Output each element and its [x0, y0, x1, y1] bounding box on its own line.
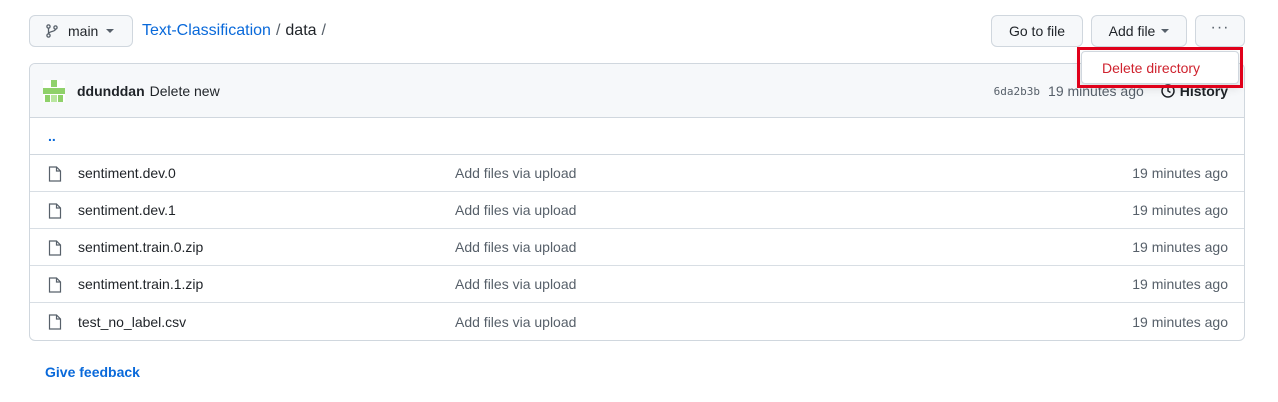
file-commit-message[interactable]: Add files via upload [455, 239, 576, 255]
breadcrumb-separator: / [275, 22, 281, 39]
avatar[interactable] [43, 79, 65, 102]
topbar: main Text-Classification / data / Go to … [29, 15, 1245, 47]
file-browser: ddunddan Delete new 6da2b3b 19 minutes a… [29, 63, 1245, 341]
file-row[interactable]: sentiment.dev.0 Add files via upload 19 … [30, 155, 1244, 192]
history-label: History [1179, 83, 1228, 99]
file-icon [48, 314, 62, 330]
commit-sha[interactable]: 6da2b3b [994, 85, 1040, 98]
history-link[interactable]: History [1160, 83, 1228, 99]
file-age: 19 minutes ago [1132, 165, 1228, 181]
breadcrumb-separator: / [321, 22, 326, 39]
file-name[interactable]: sentiment.dev.1 [78, 202, 176, 218]
branch-name: main [68, 23, 99, 39]
file-commit-message[interactable]: Add files via upload [455, 165, 576, 181]
commit-time: 19 minutes ago [1048, 83, 1144, 99]
add-file-label: Add file [1108, 23, 1156, 39]
file-name[interactable]: sentiment.dev.0 [78, 165, 176, 181]
file-age: 19 minutes ago [1132, 313, 1228, 330]
kebab-horizontal-icon: ··· [1210, 19, 1230, 36]
file-commit-message[interactable]: Add files via upload [455, 202, 576, 218]
parent-directory-label: .. [48, 128, 56, 144]
file-age: 19 minutes ago [1132, 239, 1228, 255]
give-feedback-link[interactable]: Give feedback [45, 364, 140, 380]
file-row[interactable]: sentiment.train.0.zip Add files via uplo… [30, 229, 1244, 266]
file-name[interactable]: test_no_label.csv [78, 314, 186, 330]
file-row[interactable]: test_no_label.csv Add files via upload 1… [30, 303, 1244, 340]
file-icon [48, 240, 62, 256]
breadcrumb: Text-Classification / data / [142, 15, 331, 47]
parent-directory-link[interactable]: .. [30, 118, 1244, 155]
file-commit-message[interactable]: Add files via upload [455, 314, 576, 330]
file-age: 19 minutes ago [1132, 276, 1228, 292]
file-row[interactable]: sentiment.dev.1 Add files via upload 19 … [30, 192, 1244, 229]
add-file-button[interactable]: Add file [1091, 15, 1187, 47]
chevron-down-icon [1161, 29, 1170, 33]
commit-author[interactable]: ddunddan [77, 83, 145, 99]
go-to-file-button[interactable]: Go to file [991, 15, 1083, 47]
file-row[interactable]: sentiment.train.1.zip Add files via uplo… [30, 266, 1244, 303]
history-icon [1161, 84, 1175, 98]
chevron-down-icon [106, 29, 115, 33]
file-name[interactable]: sentiment.train.0.zip [78, 239, 203, 255]
file-icon [48, 166, 62, 182]
file-icon [48, 277, 62, 293]
breadcrumb-repo-link[interactable]: Text-Classification [142, 22, 271, 40]
more-options-button[interactable]: ··· [1195, 15, 1245, 47]
file-commit-message[interactable]: Add files via upload [455, 276, 576, 292]
commit-message[interactable]: Delete new [150, 83, 220, 99]
latest-commit-row: ddunddan Delete new 6da2b3b 19 minutes a… [30, 64, 1244, 118]
file-name[interactable]: sentiment.train.1.zip [78, 276, 203, 292]
file-age: 19 minutes ago [1132, 202, 1228, 218]
more-options-dropdown: Delete directory [1081, 51, 1239, 84]
git-branch-icon [46, 24, 58, 38]
branch-selector-button[interactable]: main [29, 15, 133, 47]
breadcrumb-current-folder: data [285, 22, 317, 39]
file-icon [48, 203, 62, 219]
go-to-file-label: Go to file [1008, 23, 1066, 39]
delete-directory-menu-item[interactable]: Delete directory [1102, 60, 1200, 76]
